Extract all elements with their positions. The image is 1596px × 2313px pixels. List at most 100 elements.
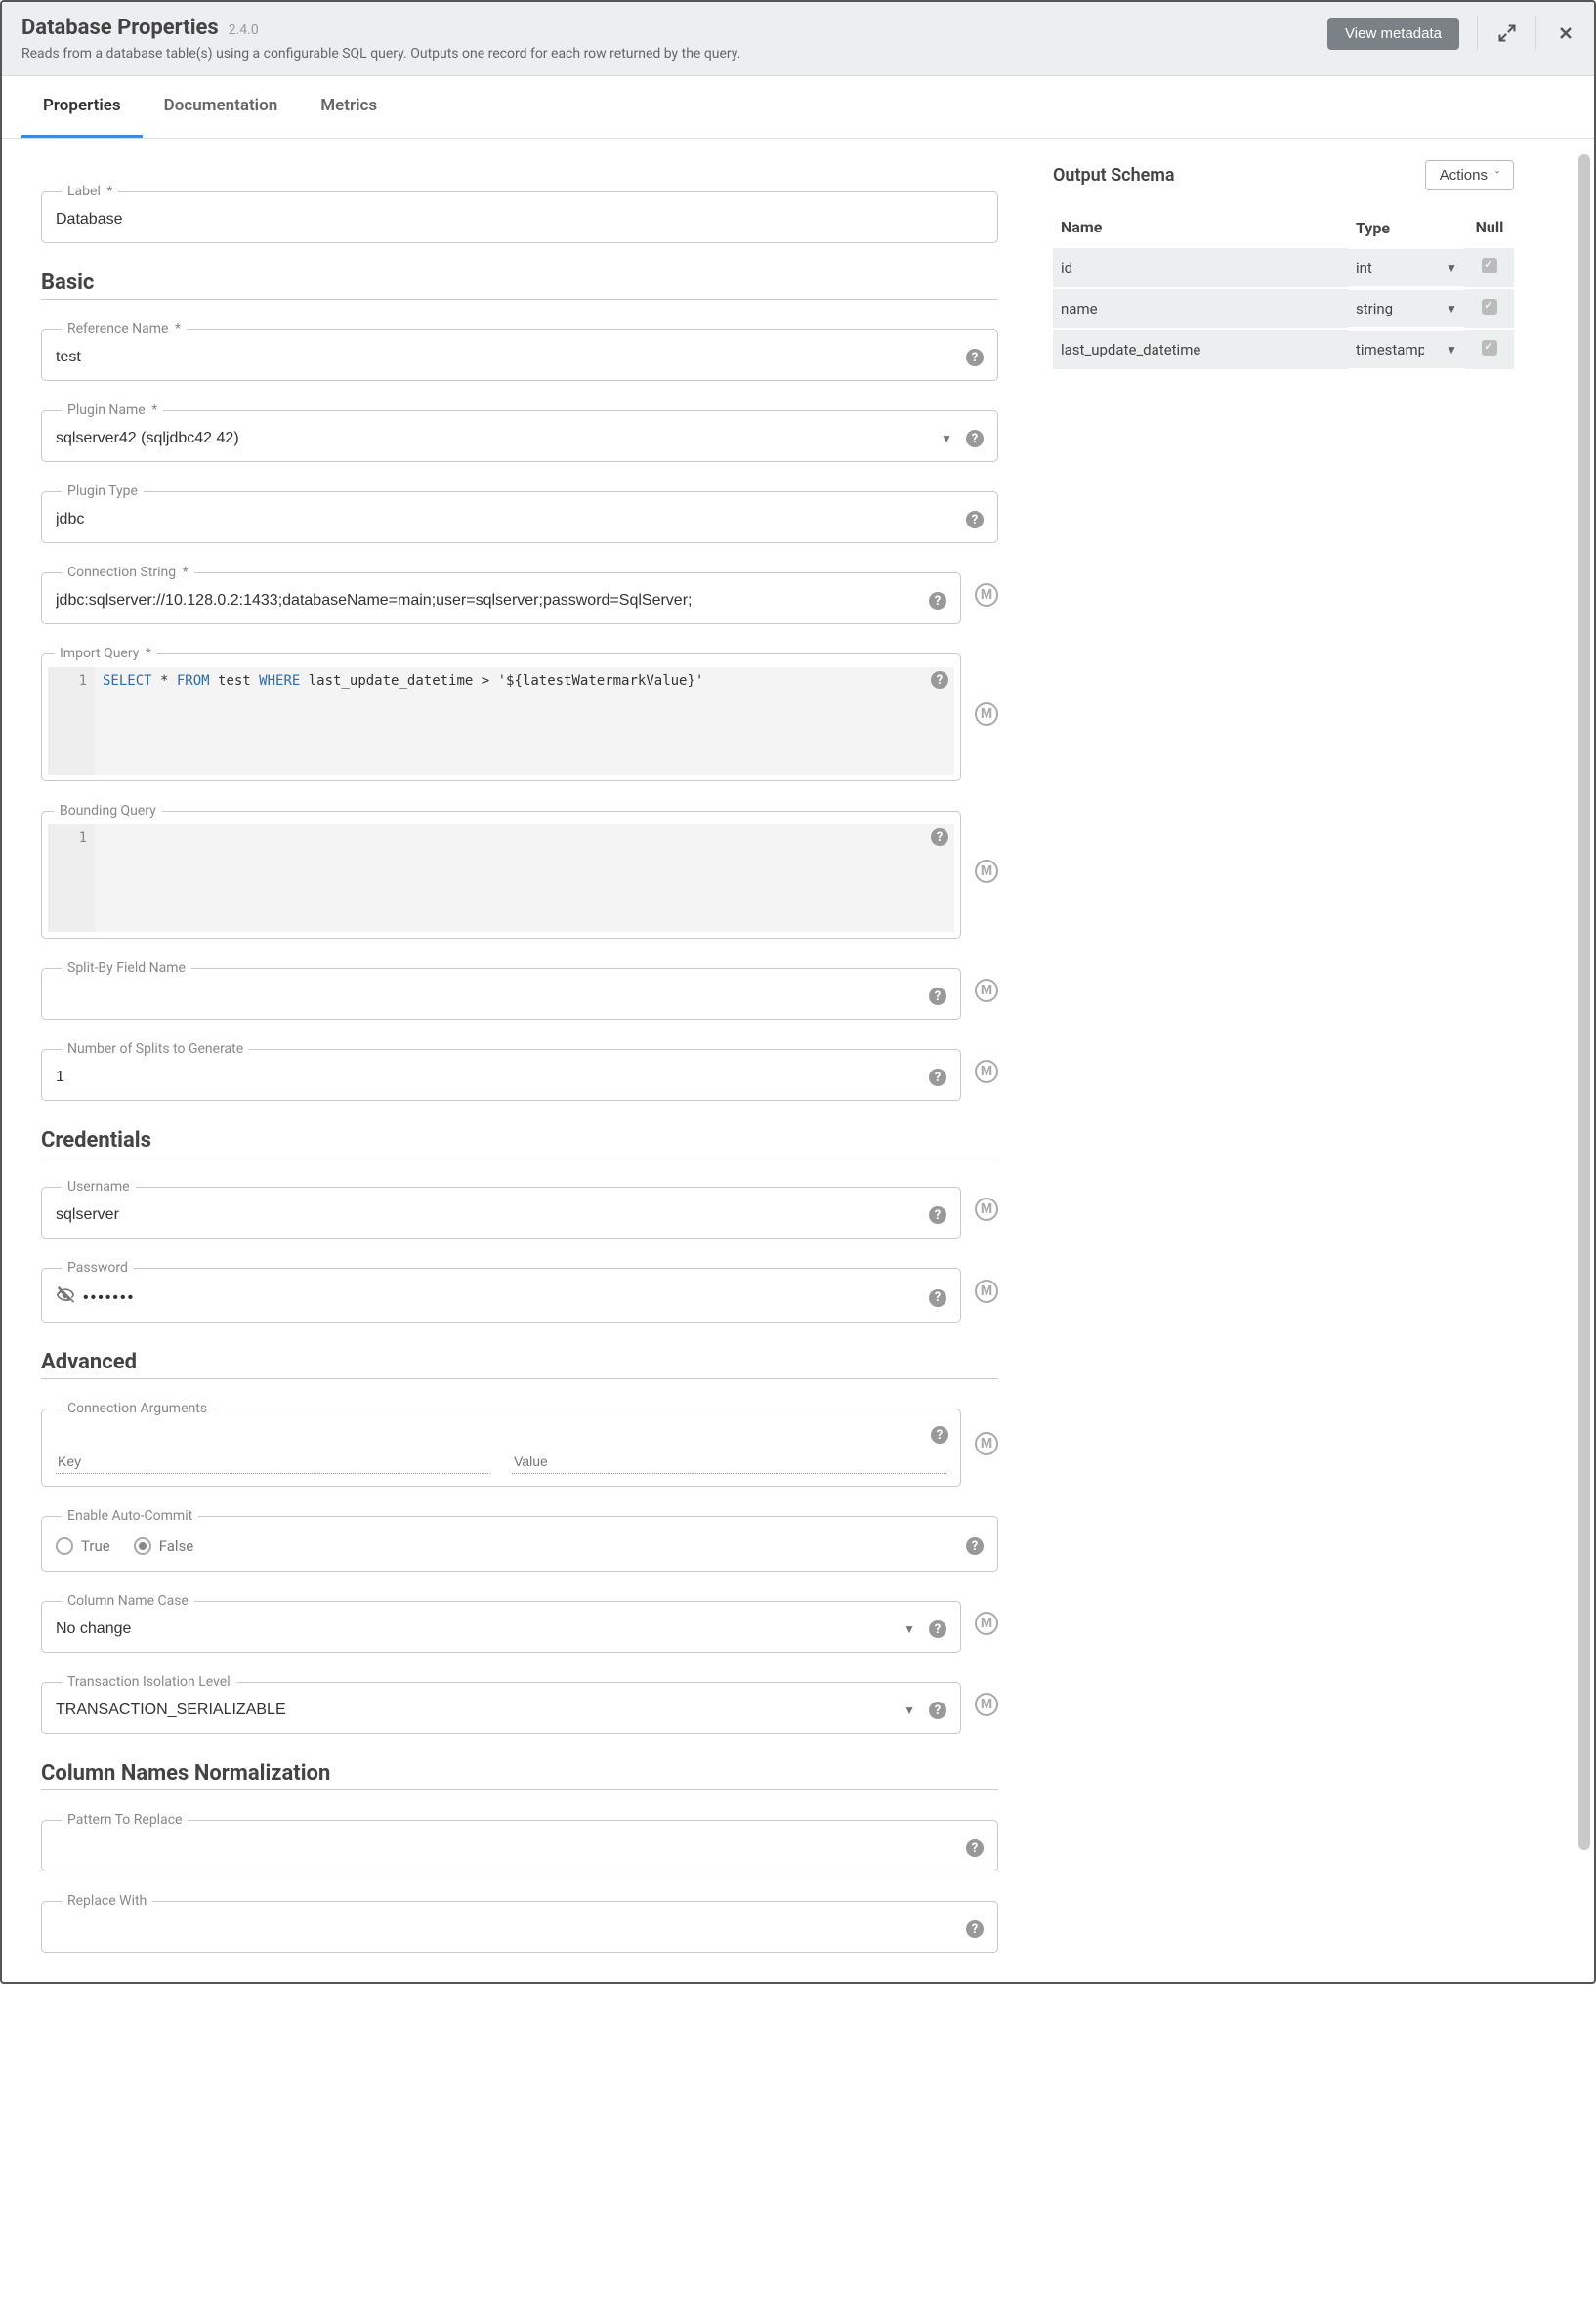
auto-commit-false[interactable]: False (134, 1537, 194, 1555)
macro-icon[interactable]: M (975, 1060, 998, 1083)
chevron-down-icon[interactable]: ▼ (1446, 343, 1457, 357)
connection-string-input[interactable] (56, 590, 921, 611)
help-icon[interactable]: ? (929, 592, 946, 610)
macro-icon[interactable]: M (975, 583, 998, 607)
macro-icon[interactable]: M (975, 1612, 998, 1635)
plugin-name-select[interactable] (56, 428, 933, 449)
connection-string-field: Connection String * ? (41, 565, 961, 624)
dialog-header: Database Properties 2.4.0 Reads from a d… (2, 2, 1594, 76)
macro-icon[interactable]: M (975, 1280, 998, 1303)
replace-with-input[interactable] (56, 1918, 958, 1940)
help-icon[interactable]: ? (966, 1839, 984, 1857)
section-basic: Basic (41, 271, 998, 300)
visibility-off-icon[interactable] (56, 1285, 75, 1310)
password-input[interactable] (83, 1287, 921, 1309)
chevron-down-icon[interactable]: ▼ (1446, 261, 1457, 274)
splitby-input[interactable] (56, 986, 921, 1007)
plugin-type-field: Plugin Type ? (41, 484, 998, 543)
conn-arg-key-input[interactable] (56, 1450, 490, 1474)
help-icon[interactable]: ? (929, 988, 946, 1005)
schema-col-name: Name (1053, 208, 1348, 247)
macro-icon[interactable]: M (975, 702, 998, 726)
chevron-down-icon[interactable]: ▼ (903, 1703, 915, 1717)
import-query-field: Import Query * ? 1 SELECT * FROM test WH… (41, 646, 961, 781)
table-row: name string▼ (1053, 288, 1514, 329)
column-name-case-select[interactable] (56, 1619, 896, 1640)
database-properties-dialog: Database Properties 2.4.0 Reads from a d… (0, 0, 1596, 1984)
pattern-input[interactable] (56, 1837, 958, 1859)
macro-icon[interactable]: M (975, 979, 998, 1002)
help-icon[interactable]: ? (966, 430, 984, 447)
null-checkbox[interactable] (1482, 258, 1497, 273)
expand-icon[interactable] (1477, 16, 1535, 50)
radio-checked-icon (134, 1537, 151, 1555)
replace-with-field: Replace With ? (41, 1893, 998, 1953)
username-input[interactable] (56, 1204, 921, 1226)
scrollbar[interactable] (1578, 139, 1590, 1982)
table-row: id int▼ (1053, 247, 1514, 288)
macro-icon[interactable]: M (975, 1432, 998, 1455)
null-checkbox[interactable] (1482, 340, 1497, 356)
plugin-name-field: Plugin Name * ▼ ? (41, 402, 998, 462)
help-icon[interactable]: ? (929, 1620, 946, 1638)
schema-col-null: Null (1465, 208, 1514, 247)
txn-isolation-select[interactable] (56, 1700, 896, 1721)
password-field: Password ? (41, 1260, 961, 1323)
help-icon[interactable]: ? (931, 671, 948, 689)
help-icon[interactable]: ? (966, 511, 984, 528)
num-splits-input[interactable] (56, 1067, 921, 1088)
connection-arguments-field: Connection Arguments ? (41, 1401, 961, 1487)
reference-name-input[interactable] (56, 347, 958, 368)
section-col-norm: Column Names Normalization (41, 1761, 998, 1790)
close-icon[interactable] (1535, 16, 1594, 50)
chevron-down-icon[interactable]: ▼ (903, 1622, 915, 1636)
output-schema-pane: Output Schema Actions ˇ Name Type Null i (1037, 139, 1535, 1982)
column-name-case-field: Column Name Case ▼ ? (41, 1593, 961, 1653)
help-icon[interactable]: ? (966, 349, 984, 366)
plugin-version: 2.4.0 (229, 22, 259, 38)
schema-table: Name Type Null id int▼ name string▼ (1053, 208, 1514, 369)
view-metadata-button[interactable]: View metadata (1327, 18, 1459, 50)
help-icon[interactable]: ? (929, 1206, 946, 1224)
label-field: Label * (41, 184, 998, 243)
import-query-editor[interactable]: 1 SELECT * FROM test WHERE last_update_d… (48, 667, 954, 775)
macro-icon[interactable]: M (975, 1693, 998, 1716)
dialog-description: Reads from a database table(s) using a c… (21, 46, 1327, 62)
reference-name-field: Reference Name * ? (41, 321, 998, 381)
label-input[interactable] (56, 209, 984, 231)
help-icon[interactable]: ? (966, 1920, 984, 1938)
auto-commit-true[interactable]: True (56, 1537, 110, 1555)
chevron-down-icon[interactable]: ▼ (1446, 302, 1457, 315)
help-icon[interactable]: ? (929, 1069, 946, 1086)
conn-arg-value-input[interactable] (512, 1450, 946, 1474)
chevron-down-icon: ˇ (1495, 169, 1499, 183)
help-icon[interactable]: ? (929, 1702, 946, 1719)
tab-metrics[interactable]: Metrics (299, 76, 399, 138)
schema-actions-button[interactable]: Actions ˇ (1425, 160, 1514, 190)
macro-icon[interactable]: M (975, 1198, 998, 1221)
null-checkbox[interactable] (1482, 299, 1497, 315)
tabs: Properties Documentation Metrics (2, 76, 1594, 139)
tab-properties[interactable]: Properties (21, 76, 143, 138)
help-icon[interactable]: ? (966, 1537, 984, 1555)
tab-documentation[interactable]: Documentation (143, 76, 300, 138)
section-credentials: Credentials (41, 1128, 998, 1157)
scrollbar-thumb[interactable] (1578, 154, 1590, 1850)
num-splits-field: Number of Splits to Generate ? (41, 1041, 961, 1101)
macro-icon[interactable]: M (975, 860, 998, 883)
help-icon[interactable]: ? (929, 1289, 946, 1307)
pattern-field: Pattern To Replace ? (41, 1812, 998, 1871)
plugin-type-input[interactable] (56, 509, 958, 530)
output-schema-title: Output Schema (1053, 165, 1175, 186)
radio-icon (56, 1537, 73, 1555)
bounding-query-field: Bounding Query ? 1 (41, 803, 961, 939)
help-icon[interactable]: ? (931, 1426, 948, 1444)
username-field: Username ? (41, 1179, 961, 1239)
bounding-query-editor[interactable]: 1 (48, 824, 954, 932)
help-icon[interactable]: ? (931, 828, 948, 846)
auto-commit-field: Enable Auto-Commit True False ? (41, 1508, 998, 1572)
chevron-down-icon[interactable]: ▼ (941, 432, 952, 445)
splitby-field: Split-By Field Name ? (41, 960, 961, 1020)
content-area: Label * Basic Reference Name * ? Plugin … (2, 139, 1594, 1982)
section-advanced: Advanced (41, 1350, 998, 1379)
